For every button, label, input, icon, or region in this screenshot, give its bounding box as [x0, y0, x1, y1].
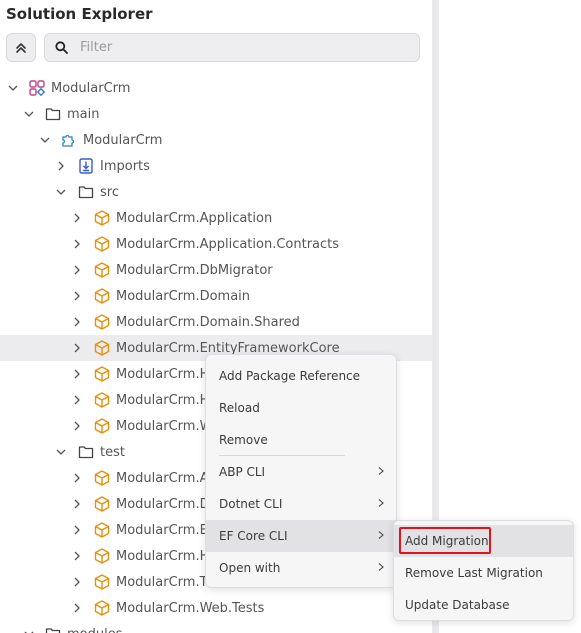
tree-item-label: modules: [67, 627, 123, 633]
tree-item-label: ModularCrm.Web.Tests: [116, 600, 265, 616]
tree-item-main-folder[interactable]: main: [0, 101, 432, 127]
menu-item-add-package-reference[interactable]: Add Package Reference: [206, 360, 396, 392]
chevron-down-icon[interactable]: [6, 81, 20, 95]
chevron-down-icon[interactable]: [22, 627, 36, 633]
submenu-item-add-migration[interactable]: Add Migration: [394, 525, 573, 557]
tree-item-label: test: [100, 444, 125, 460]
tree-item-label: ModularCrm.Do: [116, 496, 218, 512]
tree-item-project[interactable]: ModularCrm.Web.Tests: [0, 595, 432, 621]
chevron-right-icon[interactable]: [70, 289, 84, 303]
tree-item-label: ModularCrm.DbMigrator: [116, 262, 273, 278]
chevron-right-icon[interactable]: [70, 601, 84, 615]
chevron-right-icon[interactable]: [70, 523, 84, 537]
menu-item-dotnet-cli[interactable]: Dotnet CLI: [206, 488, 396, 520]
chevron-down-icon[interactable]: [54, 185, 68, 199]
menu-item-reload[interactable]: Reload: [206, 392, 396, 424]
panel-title: Solution Explorer: [6, 5, 153, 23]
tree-item-label: ModularCrm: [51, 80, 131, 96]
chevron-right-icon[interactable]: [70, 419, 84, 433]
package-cube-icon: [94, 236, 110, 252]
chevron-right-icon[interactable]: [70, 237, 84, 251]
tree-item-src-folder[interactable]: src: [0, 179, 432, 205]
menu-item-open-with[interactable]: Open with: [206, 552, 396, 584]
tree-item-solution-root[interactable]: ModularCrm: [0, 75, 432, 101]
tree-item-label: src: [100, 184, 119, 200]
tree-item-imports[interactable]: Imports: [0, 153, 432, 179]
tree-item-label: ModularCrm.Ht: [116, 366, 215, 382]
collapse-all-button[interactable]: [6, 33, 36, 62]
tree-item-label: ModularCrm.Te: [116, 574, 214, 590]
tree-item-label: ModularCrm: [83, 132, 163, 148]
folder-icon: [78, 444, 94, 460]
folder-icon: [45, 626, 61, 633]
tree-item-label: Imports: [100, 158, 150, 174]
tree-item-label: ModularCrm.Application.Contracts: [116, 236, 340, 252]
chevron-right-icon[interactable]: [70, 549, 84, 563]
search-icon: [55, 41, 68, 54]
tree-item-modules-folder[interactable]: modules: [0, 621, 432, 633]
menu-item-remove[interactable]: Remove: [206, 424, 396, 456]
chevron-right-icon[interactable]: [54, 159, 68, 173]
package-cube-icon: [94, 262, 110, 278]
tree-item-project[interactable]: ModularCrm.Application.Contracts: [0, 231, 432, 257]
tree-item-project[interactable]: ModularCrm.Application: [0, 205, 432, 231]
import-icon: [78, 158, 94, 174]
chevron-down-icon[interactable]: [22, 107, 36, 121]
tree-item-label: main: [67, 106, 100, 122]
chevron-right-icon[interactable]: [70, 211, 84, 225]
chevron-right-icon[interactable]: [70, 575, 84, 589]
tree-item-label: ModularCrm.W: [116, 418, 213, 434]
solution-icon: [29, 80, 45, 96]
tree-item-label: ModularCrm.Ht: [116, 548, 215, 564]
context-menu: Add Package Reference Reload Remove ABP …: [205, 354, 397, 588]
package-cube-icon: [94, 314, 110, 330]
ef-core-submenu: Add Migration Remove Last Migration Upda…: [393, 520, 574, 621]
package-cube-icon: [94, 418, 110, 434]
submenu-item-remove-last-migration[interactable]: Remove Last Migration: [394, 557, 573, 589]
package-cube-icon: [94, 288, 110, 304]
package-cube-icon: [94, 366, 110, 382]
tree-item-project[interactable]: ModularCrm.Domain: [0, 283, 432, 309]
package-cube-icon: [94, 496, 110, 512]
chevron-down-icon[interactable]: [54, 445, 68, 459]
filter-input[interactable]: [80, 40, 400, 55]
filter-search-box[interactable]: [44, 33, 420, 62]
chevron-down-icon[interactable]: [38, 133, 52, 147]
menu-item-ef-core-cli[interactable]: EF Core CLI: [206, 520, 396, 552]
puzzle-icon: [61, 132, 77, 148]
package-cube-icon: [94, 340, 110, 356]
package-cube-icon: [94, 210, 110, 226]
tree-item-label: ModularCrm.Er: [116, 522, 214, 538]
package-cube-icon: [94, 574, 110, 590]
chevron-right-icon: [378, 563, 384, 571]
package-cube-icon: [94, 392, 110, 408]
chevron-right-icon: [378, 467, 384, 475]
package-cube-icon: [94, 600, 110, 616]
chevron-right-icon[interactable]: [70, 393, 84, 407]
tree-item-label: ModularCrm.Domain.Shared: [116, 314, 300, 330]
chevron-right-icon[interactable]: [70, 497, 84, 511]
tree-item-module[interactable]: ModularCrm: [0, 127, 432, 153]
package-cube-icon: [94, 470, 110, 486]
chevron-right-icon[interactable]: [70, 367, 84, 381]
chevron-right-icon[interactable]: [70, 341, 84, 355]
package-cube-icon: [94, 548, 110, 564]
tree-item-label: ModularCrm.Domain: [116, 288, 251, 304]
double-chevron-up-icon: [16, 42, 26, 53]
chevron-right-icon[interactable]: [70, 263, 84, 277]
tree-item-label: ModularCrm.Ap: [116, 470, 217, 486]
chevron-right-icon: [378, 531, 384, 539]
tree-item-project[interactable]: ModularCrm.DbMigrator: [0, 257, 432, 283]
menu-item-abp-cli[interactable]: ABP CLI: [206, 456, 396, 488]
package-cube-icon: [94, 522, 110, 538]
tree-item-label: ModularCrm.Ht: [116, 392, 215, 408]
tree-item-label: ModularCrm.Application: [116, 210, 273, 226]
submenu-item-update-database[interactable]: Update Database: [394, 589, 573, 621]
tree-item-project[interactable]: ModularCrm.Domain.Shared: [0, 309, 432, 335]
chevron-right-icon[interactable]: [70, 471, 84, 485]
folder-icon: [78, 184, 94, 200]
chevron-right-icon: [378, 499, 384, 507]
folder-icon: [45, 106, 61, 122]
chevron-right-icon[interactable]: [70, 315, 84, 329]
